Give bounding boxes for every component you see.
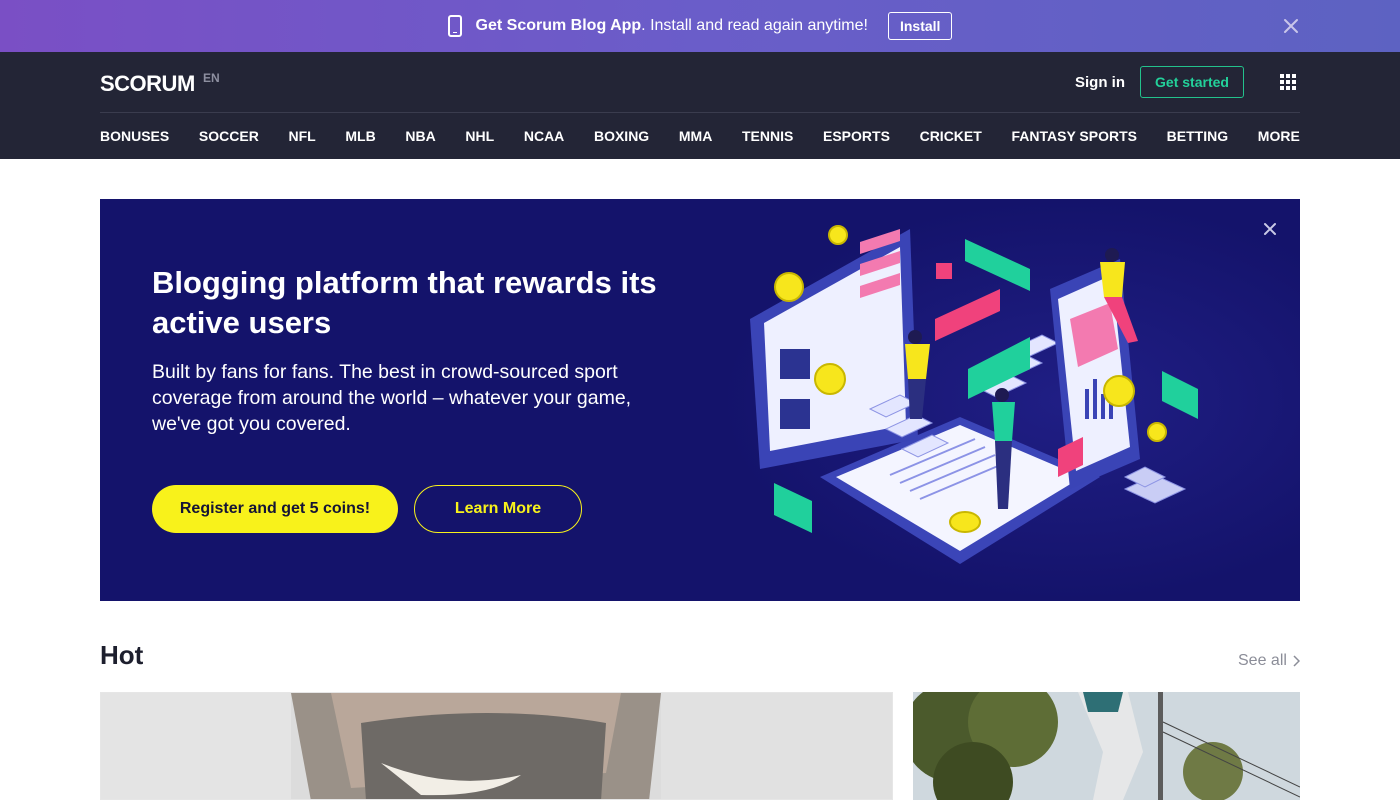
nav-item-esports[interactable]: ESPORTS xyxy=(823,128,890,144)
see-all-link[interactable]: See all xyxy=(1238,652,1300,670)
hero-banner: Blogging platform that rewards its activ… xyxy=(100,199,1300,601)
scorum-logo[interactable]: SCORUM xyxy=(100,71,195,97)
nav-item-more[interactable]: MORE xyxy=(1258,128,1300,144)
learn-more-button[interactable]: Learn More xyxy=(414,485,582,533)
grid-icon[interactable] xyxy=(1280,74,1296,90)
nav-item-mlb[interactable]: MLB xyxy=(345,128,375,144)
nav-item-nba[interactable]: NBA xyxy=(405,128,435,144)
app-banner-app-name: Get Scorum Blog App xyxy=(475,17,642,34)
article-image xyxy=(101,693,892,799)
nav-item-boxing[interactable]: BOXING xyxy=(594,128,649,144)
sport-nav: BONUSES SOCCER NFL MLB NBA NHL NCAA BOXI… xyxy=(100,112,1300,159)
nav-item-nfl[interactable]: NFL xyxy=(288,128,315,144)
phone-icon xyxy=(447,15,462,37)
site-header: SCORUM EN Sign in Get started BONUSES SO… xyxy=(0,52,1400,159)
nav-item-tennis[interactable]: TENNIS xyxy=(742,128,793,144)
chevron-right-icon xyxy=(1293,655,1300,667)
section-title: Hot xyxy=(100,640,144,670)
sign-in-link[interactable]: Sign in xyxy=(1075,74,1125,91)
nav-item-betting[interactable]: BETTING xyxy=(1167,128,1228,144)
nav-item-mma[interactable]: MMA xyxy=(679,128,712,144)
app-banner-text: . Install and read again anytime! xyxy=(641,17,868,34)
nav-item-nhl[interactable]: NHL xyxy=(465,128,494,144)
close-icon[interactable] xyxy=(1282,17,1300,35)
nav-item-soccer[interactable]: SOCCER xyxy=(199,128,259,144)
install-button[interactable]: Install xyxy=(887,12,953,40)
nav-item-fantasy-sports[interactable]: FANTASY SPORTS xyxy=(1011,128,1137,144)
app-banner-message: Get Scorum Blog App. Install and read ag… xyxy=(476,17,868,35)
isometric-illustration xyxy=(750,225,1198,564)
article-image xyxy=(913,692,1300,800)
see-all-label: See all xyxy=(1238,652,1287,669)
hero-title: Blogging platform that rewards its activ… xyxy=(152,265,657,340)
language-selector[interactable]: EN xyxy=(203,71,220,85)
nav-item-cricket[interactable]: CRICKET xyxy=(920,128,982,144)
get-started-button[interactable]: Get started xyxy=(1140,66,1244,98)
hero-subtitle: Built by fans for fans. The best in crow… xyxy=(152,361,632,435)
nav-item-ncaa[interactable]: NCAA xyxy=(524,128,564,144)
close-icon[interactable] xyxy=(1263,222,1277,236)
hot-article-card[interactable] xyxy=(100,692,893,800)
app-install-banner: Get Scorum Blog App. Install and read ag… xyxy=(0,0,1400,52)
nav-item-bonuses[interactable]: BONUSES xyxy=(100,128,169,144)
register-button[interactable]: Register and get 5 coins! xyxy=(152,485,398,533)
hot-article-card[interactable] xyxy=(913,692,1300,800)
